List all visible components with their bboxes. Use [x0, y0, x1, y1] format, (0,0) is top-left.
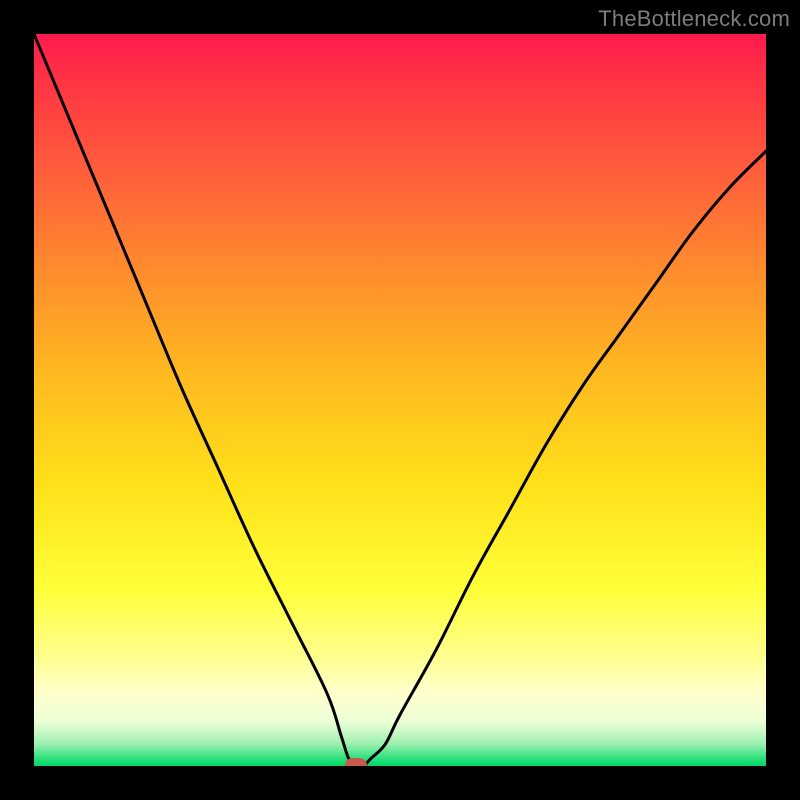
- watermark-text: TheBottleneck.com: [598, 6, 790, 32]
- plot-area: [34, 34, 766, 766]
- bottleneck-curve: [34, 34, 766, 766]
- chart-frame: TheBottleneck.com: [0, 0, 800, 800]
- optimal-marker: [345, 758, 367, 766]
